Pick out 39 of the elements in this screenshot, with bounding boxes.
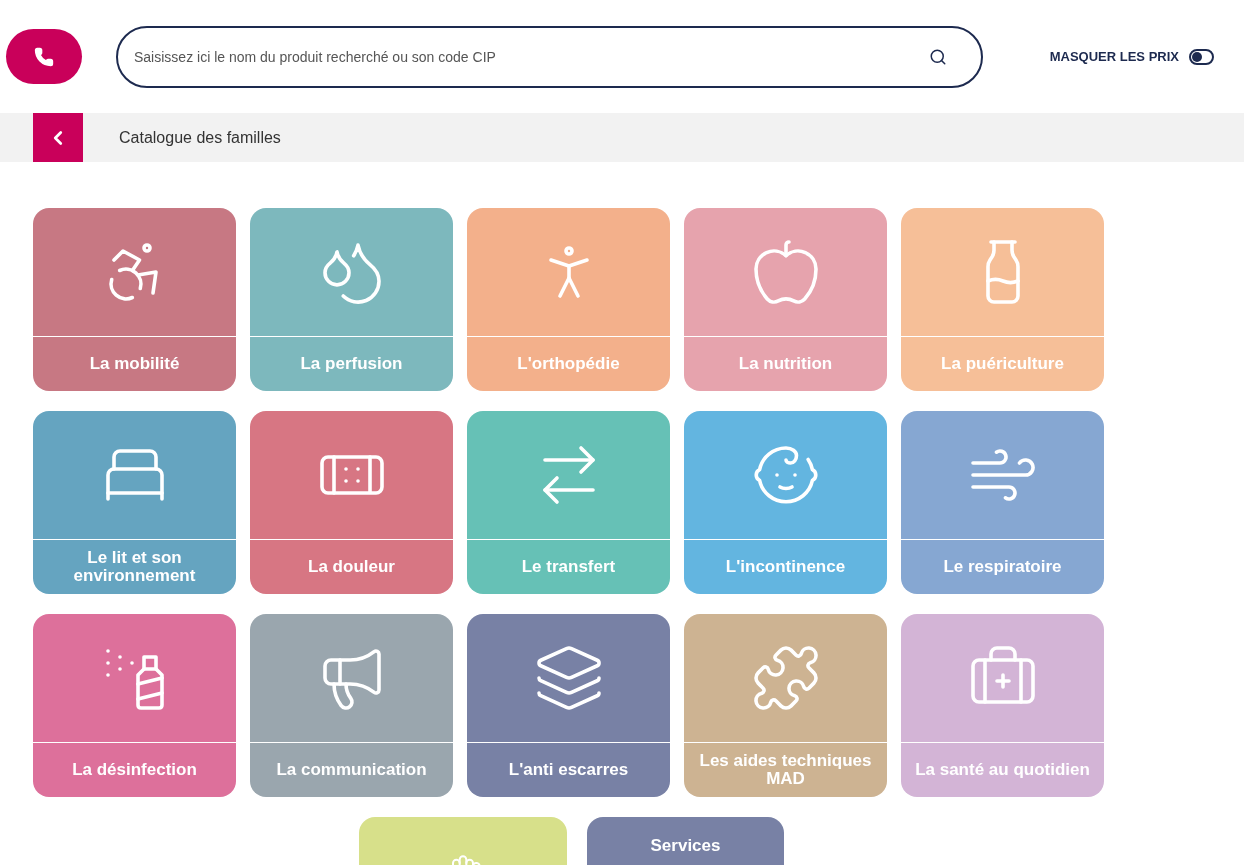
category-label: L'orthopédie [517, 355, 620, 373]
category-label: L'anti escarres [508, 761, 629, 779]
category-card[interactable]: Services [587, 817, 784, 865]
category-card[interactable]: La douleur [250, 411, 453, 594]
category-card[interactable]: L'incontinence [684, 411, 887, 594]
toggle-label: MASQUER LES PRIX [1049, 47, 1179, 66]
category-label: La santé au quotidien [915, 761, 1090, 779]
search-field[interactable]: Saisissez ici le nom du produit recherché ou son code CIP [116, 25, 983, 88]
category-label: La nutrition [738, 355, 833, 373]
category-card[interactable]: Le transfert [467, 411, 670, 594]
search-icon[interactable] [929, 47, 947, 66]
category-label: Les aides techniques MAD [698, 752, 873, 788]
category-label: Services [650, 835, 721, 857]
category-card[interactable]: La mobilité [33, 208, 236, 391]
category-card[interactable]: La perfusion [250, 208, 453, 391]
category-label: La puériculture [941, 355, 1064, 373]
category-label: La perfusion [300, 355, 403, 373]
category-label: La désinfection [72, 761, 197, 779]
category-card[interactable]: La communication [250, 614, 453, 797]
category-label: Le respiratoire [943, 558, 1062, 576]
category-card[interactable]: Le lit et son environnement [33, 411, 236, 594]
category-card[interactable]: La puériculture [901, 208, 1104, 391]
price-toggle[interactable] [1189, 48, 1214, 65]
category-label: La mobilité [89, 355, 180, 373]
phone-icon [34, 46, 54, 67]
category-label: Le transfert [521, 558, 616, 576]
category-card[interactable]: La désinfection [33, 614, 236, 797]
category-card[interactable]: Les aides techniques MAD [684, 614, 887, 797]
category-card[interactable]: L'anti escarres [467, 614, 670, 797]
category-card[interactable]: La santé au quotidien [901, 614, 1104, 797]
phone-button[interactable] [6, 29, 82, 84]
category-label: L'incontinence [725, 558, 846, 576]
breadcrumb-title: Catalogue des familles [119, 127, 281, 148]
category-card[interactable]: Le respiratoire [901, 411, 1104, 594]
category-label: La douleur [308, 558, 395, 576]
category-label: Le lit et son environnement [72, 549, 197, 585]
category-card[interactable]: La nutrition [684, 208, 887, 391]
category-card[interactable]: L'orthopédie [467, 208, 670, 391]
category-label: La communication [276, 761, 427, 779]
